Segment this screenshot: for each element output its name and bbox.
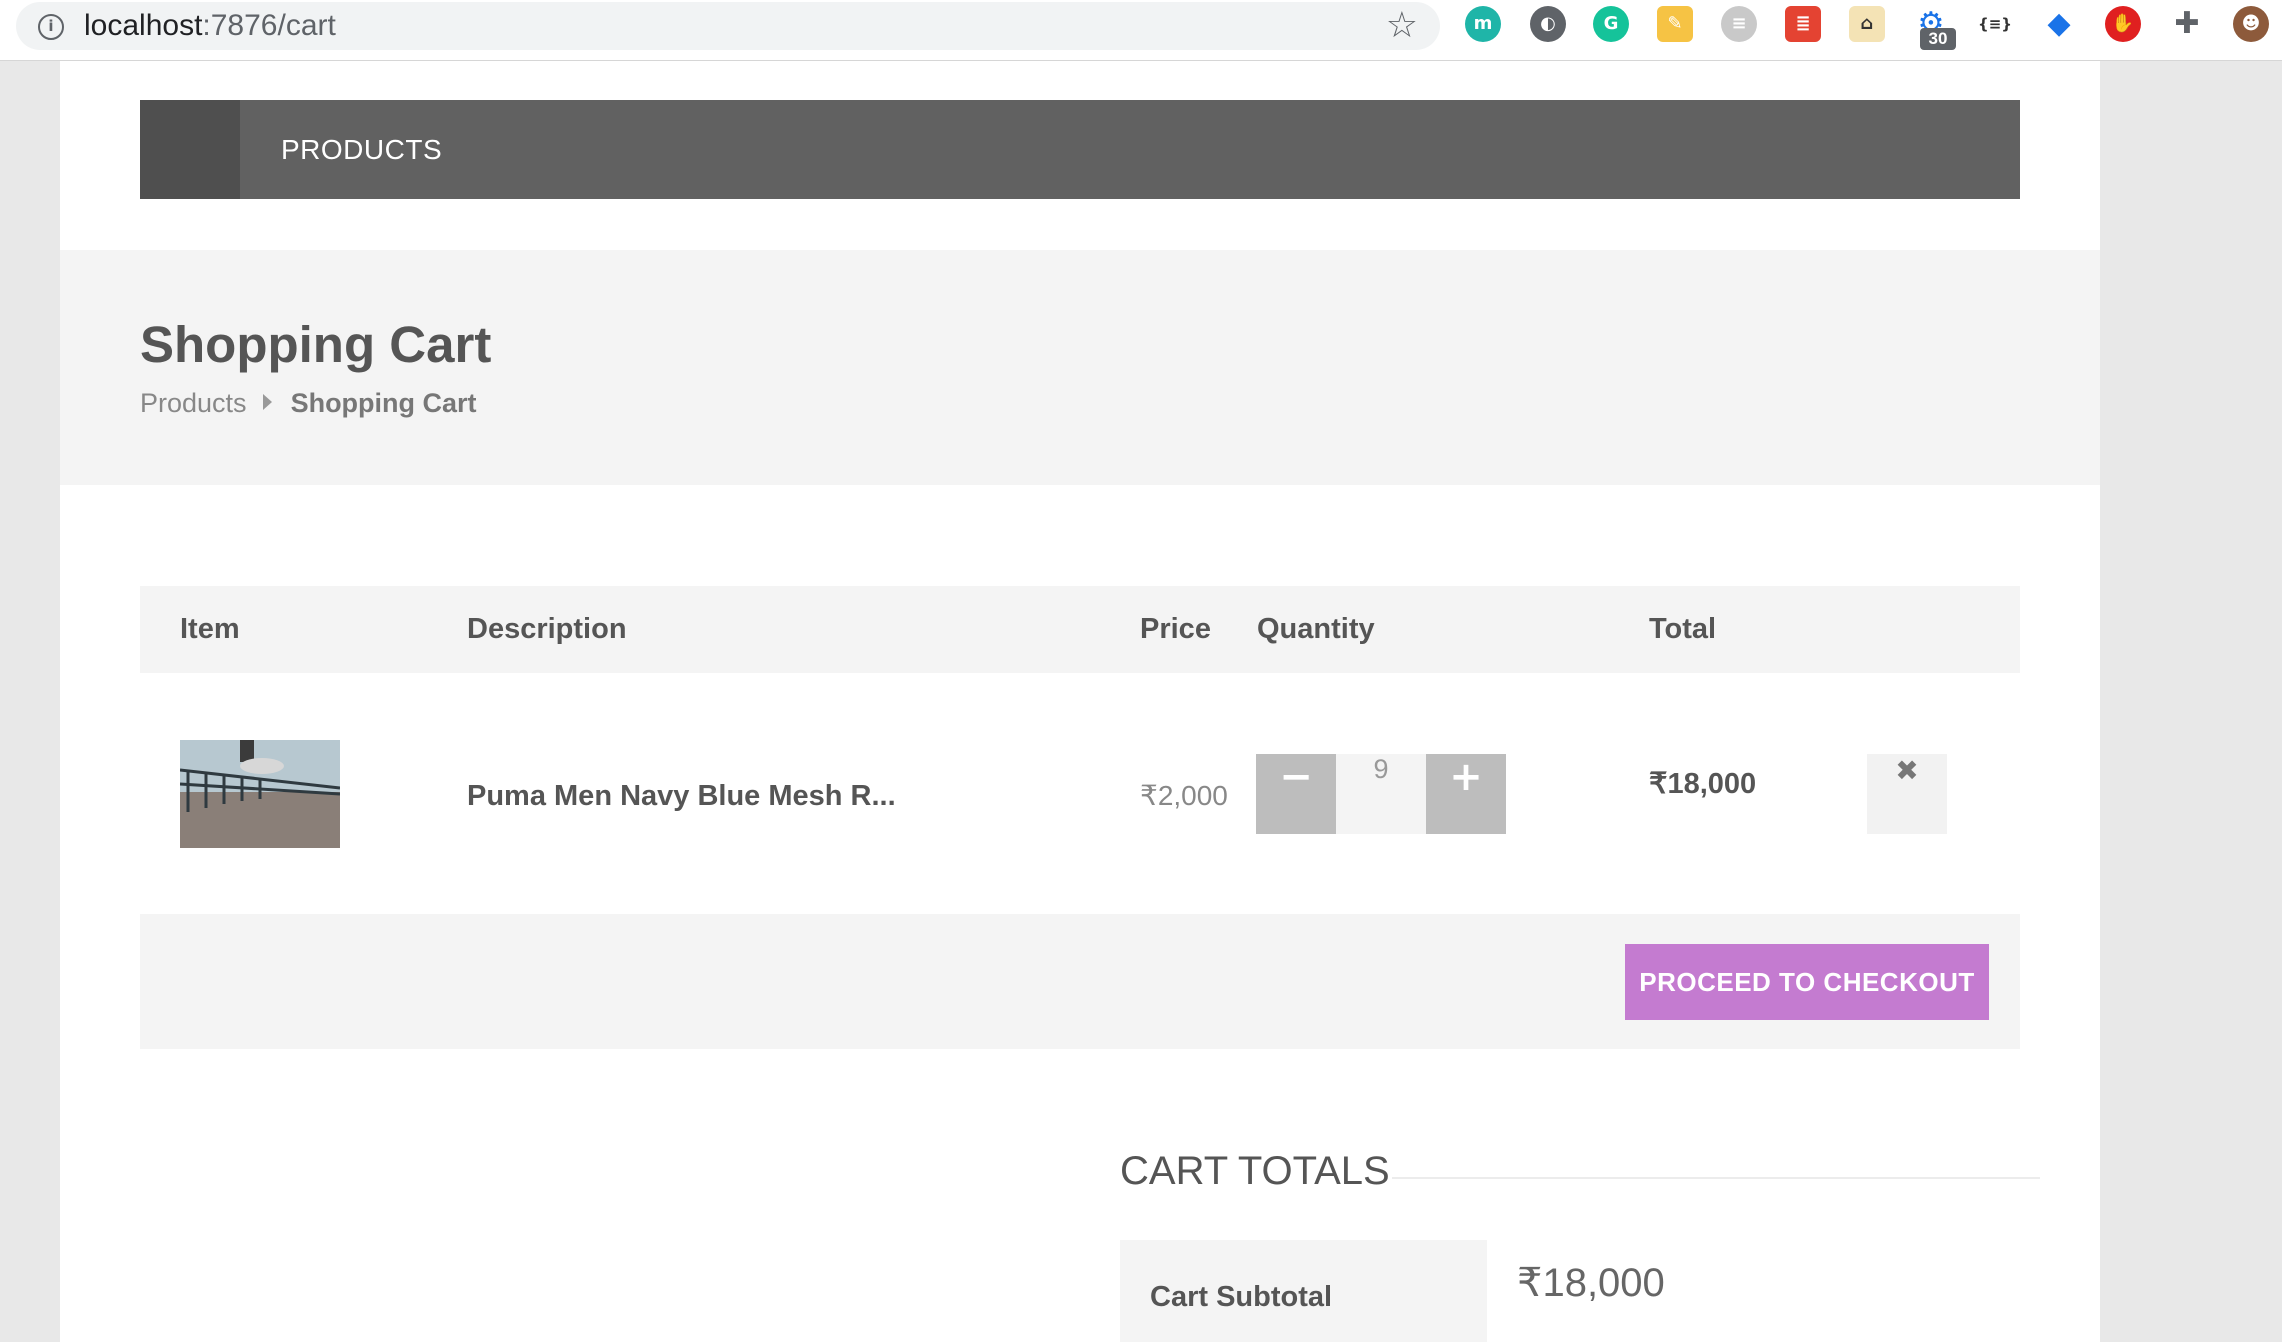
header-total: Total xyxy=(1649,613,1717,645)
extension-m-icon[interactable]: m xyxy=(1465,6,1501,42)
breadcrumb: Products Shopping Cart xyxy=(140,387,477,419)
quantity-decrement-button[interactable]: − xyxy=(1256,754,1336,834)
subtotal-label-cell: Cart Subtotal xyxy=(1120,1240,1487,1342)
address-bar[interactable]: i localhost:7876/cart ☆ xyxy=(16,2,1440,50)
reader-extension-icon[interactable]: ≡ xyxy=(1721,6,1757,42)
extension-badge: 30 xyxy=(1920,28,1956,50)
breadcrumb-caret-icon xyxy=(262,394,272,410)
cart-totals-divider xyxy=(1392,1177,2040,1179)
breadcrumb-current: Shopping Cart xyxy=(290,388,477,418)
nav-link-products[interactable]: PRODUCTS xyxy=(281,134,442,166)
product-thumbnail[interactable] xyxy=(180,740,340,848)
product-description-link[interactable]: Puma Men Navy Blue Mesh R... xyxy=(467,779,896,813)
proceed-to-checkout-button[interactable]: PROCEED TO CHECKOUT xyxy=(1625,944,1989,1020)
header-price: Price xyxy=(1140,613,1211,645)
browser-toolbar: i localhost:7876/cart ☆ m ◐ G ✎ ≡ ≣ ⌂ ⚙ … xyxy=(0,0,2282,61)
cart-table-header: Item Description Price Quantity Total xyxy=(140,586,2020,673)
url-host: localhost xyxy=(84,9,203,42)
page-title: Shopping Cart xyxy=(140,316,492,373)
cart-totals-title: CART TOTALS xyxy=(1120,1149,1390,1193)
clipboard-extension-icon[interactable]: ⌂ xyxy=(1849,6,1885,42)
quantity-increment-button[interactable]: + xyxy=(1426,754,1506,834)
page-header: Shopping Cart Products Shopping Cart xyxy=(60,250,2100,485)
dark-mode-icon[interactable]: ◐ xyxy=(1530,6,1566,42)
cart-actions-bar: PROCEED TO CHECKOUT xyxy=(140,914,2020,1049)
site-info-icon[interactable]: i xyxy=(38,14,64,40)
json-formatter-icon[interactable]: {≡} xyxy=(1977,6,2013,42)
remove-item-button[interactable]: ✖ xyxy=(1867,754,1947,834)
product-price: ₹2,000 xyxy=(1140,780,1228,811)
diamond-extension-icon[interactable]: ◆ xyxy=(2041,6,2077,42)
breadcrumb-products-link[interactable]: Products xyxy=(140,388,247,418)
navbar-left-block xyxy=(140,100,240,199)
quantity-input[interactable]: 9 xyxy=(1336,754,1426,834)
highlighter-extension-icon[interactable]: ✎ xyxy=(1657,6,1693,42)
header-quantity: Quantity xyxy=(1257,613,1375,645)
close-icon: ✖ xyxy=(1895,754,1919,787)
grammarly-icon[interactable]: G xyxy=(1593,6,1629,42)
header-item: Item xyxy=(180,613,240,645)
table-row: Puma Men Navy Blue Mesh R... ₹2,000 − 9 … xyxy=(140,673,2020,875)
extensions-puzzle-icon[interactable]: ✚ xyxy=(2169,6,2205,42)
profile-avatar[interactable]: ☻ xyxy=(2233,6,2269,42)
row-total: ₹18,000 xyxy=(1649,768,1757,800)
page-container: PRODUCTS Shopping Cart Products Shopping … xyxy=(60,61,2100,1342)
product-image xyxy=(180,740,340,848)
todoist-icon[interactable]: ≣ xyxy=(1785,6,1821,42)
adblock-hand-icon[interactable]: ✋ xyxy=(2105,6,2141,42)
top-navbar: PRODUCTS xyxy=(140,100,2020,199)
address-url[interactable]: localhost:7876/cart xyxy=(84,10,336,42)
header-description: Description xyxy=(467,613,627,645)
subtotal-label: Cart Subtotal xyxy=(1150,1281,1333,1313)
bookmark-star-icon[interactable]: ☆ xyxy=(1386,6,1418,46)
subtotal-value: ₹18,000 xyxy=(1517,1261,1665,1305)
url-path: :7876/cart xyxy=(202,9,336,42)
